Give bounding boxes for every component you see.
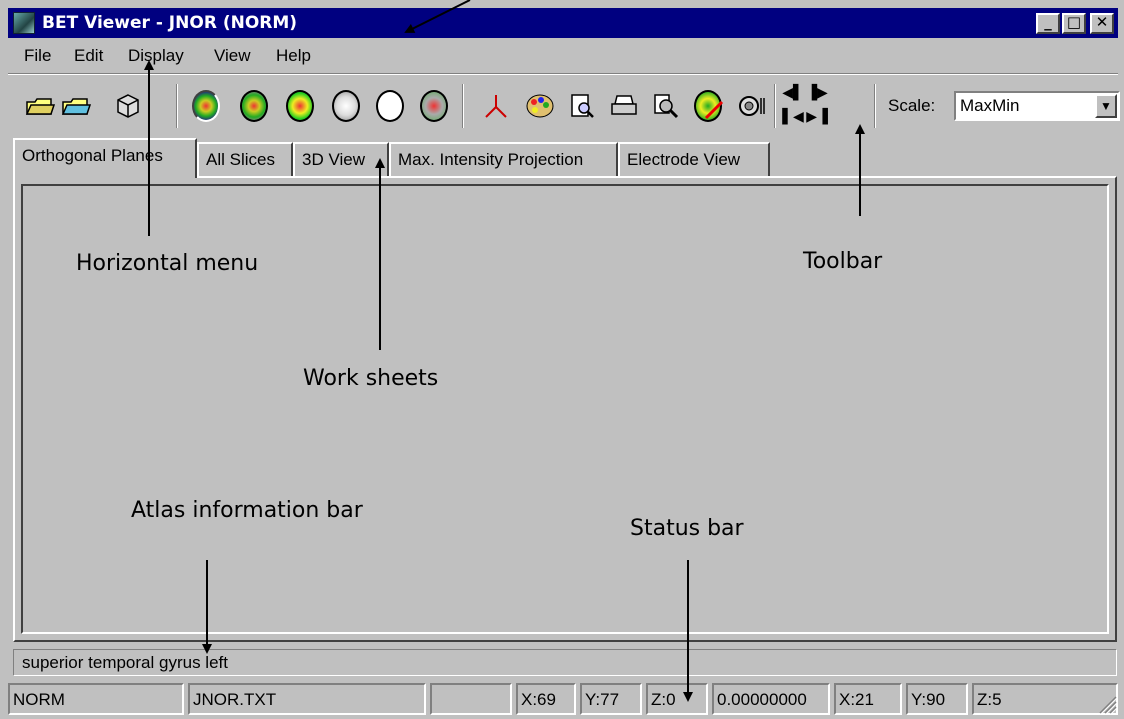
last-frame-icon[interactable]: ▶▐	[806, 106, 828, 128]
cube-icon[interactable]	[110, 88, 146, 124]
brain-view-6-icon[interactable]	[416, 88, 452, 124]
annotation-atlas-information-bar: Atlas information bar	[131, 498, 363, 523]
status-cell-atlas-x: X:21	[834, 683, 902, 715]
brain-view-4-icon[interactable]	[328, 88, 364, 124]
annotation-status-bar: Status bar	[630, 516, 744, 541]
record-icon[interactable]	[734, 88, 770, 124]
tab-electrode-view[interactable]: Electrode View	[618, 142, 770, 176]
chevron-down-icon[interactable]: ▼	[1095, 94, 1117, 118]
scale-value: MaxMin	[960, 96, 1020, 115]
status-cell-y: Y:77	[580, 683, 642, 715]
menu-bar: File Edit Display View Help	[8, 42, 1118, 72]
toolbar-separator	[874, 84, 876, 128]
annotation-toolbar: Toolbar	[803, 249, 883, 274]
brain-view-1-icon[interactable]	[188, 88, 224, 124]
menu-display[interactable]: Display	[128, 46, 184, 66]
atlas-region-text: superior temporal gyrus left	[22, 653, 228, 672]
annotation-work-sheets: Work sheets	[303, 366, 439, 391]
open-image-folder-icon[interactable]	[58, 88, 94, 124]
menu-help[interactable]: Help	[276, 46, 311, 66]
annotation-horizontal-menu: Horizontal menu	[76, 251, 259, 276]
menu-separator	[8, 73, 1118, 75]
title-bar[interactable]: BET Viewer - JNOR (NORM) _ □ ✕	[8, 8, 1118, 38]
tab-all-slices[interactable]: All Slices	[197, 142, 293, 176]
toolbar-separator	[176, 84, 178, 128]
scale-select[interactable]: MaxMin ▼	[954, 91, 1120, 121]
close-button[interactable]: ✕	[1090, 13, 1114, 34]
brain-tool-icon[interactable]	[690, 88, 726, 124]
brain-view-5-icon[interactable]	[372, 88, 408, 124]
status-cell-dataset: NORM	[8, 683, 184, 715]
open-folder-icon[interactable]	[22, 88, 58, 124]
brain-view-2-icon[interactable]	[236, 88, 272, 124]
toolbar-separator	[774, 84, 776, 128]
status-cell-x: X:69	[516, 683, 576, 715]
status-cell-file: JNOR.TXT	[188, 683, 426, 715]
status-cell-atlas-y: Y:90	[906, 683, 968, 715]
app-icon[interactable]	[13, 12, 35, 34]
scale-label: Scale:	[888, 96, 936, 115]
print-icon[interactable]	[606, 88, 642, 124]
worksheet-panel	[13, 176, 1117, 642]
status-cell-z: Z:0	[646, 683, 708, 715]
status-cell-empty	[430, 683, 512, 715]
window-title: BET Viewer - JNOR (NORM)	[42, 13, 298, 33]
preview-icon[interactable]	[564, 88, 600, 124]
tab-3d-view[interactable]: 3D View	[293, 142, 389, 176]
tab-max-intensity-projection[interactable]: Max. Intensity Projection	[389, 142, 618, 176]
tab-orthogonal-planes[interactable]: Orthogonal Planes	[13, 138, 197, 178]
toolbar-separator	[462, 84, 464, 128]
menu-view[interactable]: View	[214, 46, 251, 66]
app-window: BET Viewer - JNOR (NORM) _ □ ✕ File Edit…	[0, 0, 1124, 719]
menu-edit[interactable]: Edit	[74, 46, 103, 66]
next-frame-icon[interactable]: ▐▶	[806, 82, 828, 104]
zoom-icon[interactable]	[648, 88, 684, 124]
prev-frame-icon[interactable]: ◀▌	[782, 82, 804, 104]
palette-icon[interactable]	[522, 88, 558, 124]
resize-grip-icon[interactable]	[1094, 691, 1118, 715]
menu-file[interactable]: File	[24, 46, 51, 66]
brain-view-3-icon[interactable]	[282, 88, 318, 124]
minimize-button[interactable]: _	[1036, 13, 1060, 34]
crosshair-icon[interactable]	[478, 88, 514, 124]
maximize-button[interactable]: □	[1062, 13, 1086, 34]
status-cell-value: 0.00000000	[712, 683, 830, 715]
toolbar: ◀▌ ▐▶ ▌◀ ▶▐ Scale: MaxMin ▼	[8, 76, 1120, 136]
first-frame-icon[interactable]: ▌◀	[782, 106, 804, 128]
atlas-information-bar: superior temporal gyrus left	[13, 649, 1117, 676]
